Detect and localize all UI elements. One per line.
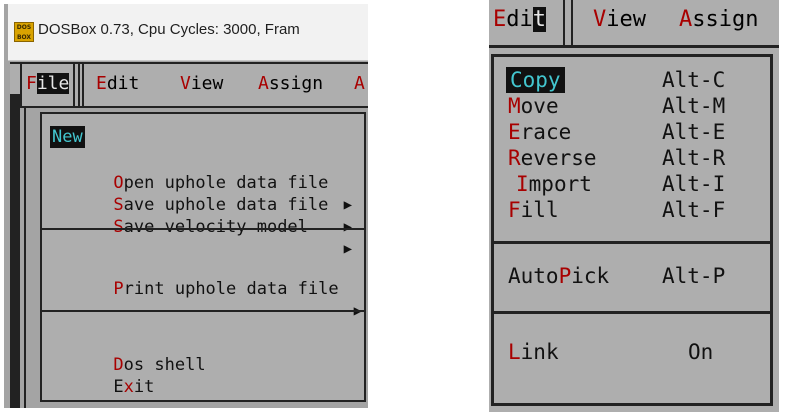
- menu-view[interactable]: View: [593, 0, 646, 40]
- menu-item-fill[interactable]: Fill: [508, 197, 559, 223]
- file-menu-dropdown: New Open uphole data file ▶ Save uphole …: [40, 112, 366, 402]
- window-titlebar[interactable]: DOS BOX DOSBox 0.73, Cpu Cycles: 3000, F…: [8, 4, 368, 61]
- menu-edit[interactable]: Edit: [96, 64, 139, 104]
- menu-item-print-uphole[interactable]: Print uphole data file ▶: [52, 256, 362, 344]
- shortcut-move: Alt-M: [662, 94, 726, 118]
- menu-file-rest: ile: [36, 73, 70, 94]
- edit-menu-window: Edit View Assign Copy Alt-C Move Alt-M E…: [489, 0, 779, 412]
- shortcut-reverse: Alt-R: [662, 146, 726, 170]
- dosbox-window: DOS BOX DOSBox 0.73, Cpu Cycles: 3000, F…: [4, 4, 368, 408]
- link-state: On: [688, 340, 714, 364]
- window-frame-edge: [10, 94, 20, 408]
- menu-file[interactable]: File: [20, 64, 76, 106]
- menu-divider: [494, 241, 770, 244]
- shortcut-erace: Alt-E: [662, 120, 726, 144]
- menu-bar: Edit View Assign: [489, 0, 779, 48]
- menu-separator: [563, 0, 573, 45]
- menu-divider: [42, 228, 364, 230]
- menu-edit[interactable]: Edit: [493, 0, 546, 40]
- edit-menu-dropdown: Copy Alt-C Move Alt-M Erace Alt-E Revers…: [491, 54, 773, 406]
- menu-separator: [78, 64, 84, 106]
- menu-a-partial[interactable]: A: [354, 64, 365, 104]
- menu-item-import[interactable]: Import: [516, 171, 592, 197]
- menu-item-reverse[interactable]: Reverse: [508, 145, 597, 171]
- menu-item-copy[interactable]: Copy: [506, 67, 565, 93]
- menu-divider: [42, 310, 364, 312]
- menu-item-exit[interactable]: Exit: [52, 354, 154, 420]
- window-title: DOSBox 0.73, Cpu Cycles: 3000, Fram: [38, 21, 300, 38]
- shortcut-copy: Alt-C: [662, 68, 726, 92]
- shortcut-autopick: Alt-P: [662, 264, 726, 288]
- menu-item-autopick[interactable]: AutoPick: [508, 263, 609, 289]
- menu-assign[interactable]: Assign: [679, 0, 758, 40]
- menu-item-move[interactable]: Move: [508, 93, 559, 119]
- shortcut-import: Alt-I: [662, 172, 726, 196]
- menu-divider: [494, 311, 770, 314]
- window-frame-line: [24, 108, 26, 408]
- menu-item-erace[interactable]: Erace: [508, 119, 571, 145]
- menu-assign[interactable]: Assign: [258, 64, 323, 104]
- menu-bar: File Edit View Assign A: [10, 62, 368, 108]
- menu-item-new[interactable]: New: [50, 126, 85, 148]
- menu-view[interactable]: View: [180, 64, 223, 104]
- shortcut-fill: Alt-F: [662, 198, 726, 222]
- menu-item-link[interactable]: Link: [508, 339, 559, 365]
- dosbox-icon: DOS BOX: [14, 22, 34, 42]
